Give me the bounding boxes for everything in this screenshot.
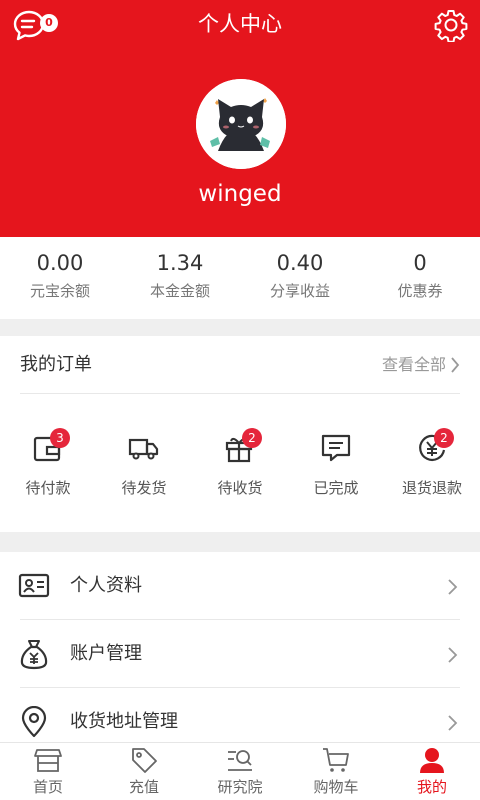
order-status-label: 已完成 (313, 479, 359, 497)
my-orders-section: 我的订单 查看全部 3 待付款 待发货 2 待收货 已完成 2 退货退款 (0, 336, 480, 532)
tab-institute[interactable]: 研究院 (192, 743, 288, 800)
tab-cart[interactable]: 购物车 (288, 743, 384, 800)
settings-menu: 个人资料 账户管理 收货地址管理 (0, 552, 480, 742)
gear-icon (434, 10, 468, 43)
stat-value: 0.00 (36, 251, 84, 275)
order-status-label: 待付款 (25, 479, 71, 497)
tab-home[interactable]: 首页 (0, 743, 96, 800)
stat-value: 0.40 (276, 251, 324, 275)
order-count-badge: 2 (242, 428, 262, 448)
user-icon (420, 748, 444, 773)
stat-label: 本金金额 (149, 282, 210, 300)
money-bag-icon (20, 640, 48, 670)
location-pin-icon (21, 706, 47, 738)
stat-label: 分享收益 (269, 282, 330, 300)
message-icon (321, 434, 351, 462)
avatar[interactable] (196, 79, 286, 169)
stat-principal-amount[interactable]: 1.34 本金金额 (120, 237, 240, 319)
order-returns-refunds[interactable]: 2 退货退款 (384, 426, 480, 506)
view-all-label: 查看全部 (381, 355, 446, 374)
tag-icon (132, 748, 157, 773)
chevron-right-icon (448, 647, 458, 663)
cart-icon (323, 748, 349, 772)
order-pending-payment[interactable]: 3 待付款 (0, 426, 96, 506)
order-status-label: 退货退款 (401, 479, 462, 497)
tab-label: 充值 (128, 778, 159, 796)
orders-title: 我的订单 (20, 354, 92, 375)
order-count-badge: 2 (434, 428, 454, 448)
orders-header: 我的订单 查看全部 (20, 336, 460, 394)
stat-label: 优惠券 (397, 282, 443, 300)
search-list-icon (228, 750, 252, 771)
order-awaiting-shipment[interactable]: 待发货 (96, 426, 192, 506)
page-title: 个人中心 (198, 12, 282, 36)
stat-share-earnings[interactable]: 0.40 分享收益 (240, 237, 360, 319)
bottom-tab-bar: 首页 充值 研究院 购物车 我的 (0, 742, 480, 800)
stat-ingot-balance[interactable]: 0.00 元宝余额 (0, 237, 120, 319)
tab-label: 研究院 (217, 778, 263, 796)
tab-label: 购物车 (313, 778, 359, 796)
order-status-list: 3 待付款 待发货 2 待收货 已完成 2 退货退款 (0, 426, 480, 506)
stat-coupons[interactable]: 0 优惠券 (360, 237, 480, 319)
settings-button[interactable] (434, 8, 470, 44)
chevron-right-icon (448, 579, 458, 595)
view-all-orders-link[interactable]: 查看全部 (382, 353, 460, 377)
order-count-badge: 3 (50, 428, 70, 448)
username: winged (198, 181, 282, 207)
tab-recharge[interactable]: 充值 (96, 743, 192, 800)
stat-value: 0 (413, 251, 427, 275)
menu-item-profile[interactable]: 个人资料 (0, 552, 480, 620)
menu-item-label: 个人资料 (70, 575, 142, 596)
menu-item-label: 收货地址管理 (70, 711, 178, 732)
stat-value: 1.34 (156, 251, 204, 275)
menu-item-account[interactable]: 账户管理 (0, 620, 480, 688)
order-awaiting-receipt[interactable]: 2 待收货 (192, 426, 288, 506)
store-icon (34, 749, 62, 772)
tab-me[interactable]: 我的 (384, 743, 480, 800)
tab-label: 首页 (32, 778, 63, 796)
truck-icon (128, 438, 159, 460)
stat-label: 元宝余额 (29, 282, 90, 300)
black-cat-avatar-icon (196, 79, 286, 169)
order-status-label: 待发货 (121, 479, 167, 497)
account-stats: 0.00 元宝余额 1.34 本金金额 0.40 分享收益 0 优惠券 (0, 237, 480, 319)
chevron-right-icon (451, 357, 460, 373)
tab-label: 我的 (416, 778, 447, 796)
menu-item-label: 账户管理 (70, 643, 142, 664)
chevron-right-icon (448, 715, 458, 731)
id-card-icon (18, 573, 50, 598)
order-status-label: 待收货 (217, 479, 263, 497)
order-completed[interactable]: 已完成 (288, 426, 384, 506)
profile-header: 0 个人中心 winged (0, 0, 480, 237)
